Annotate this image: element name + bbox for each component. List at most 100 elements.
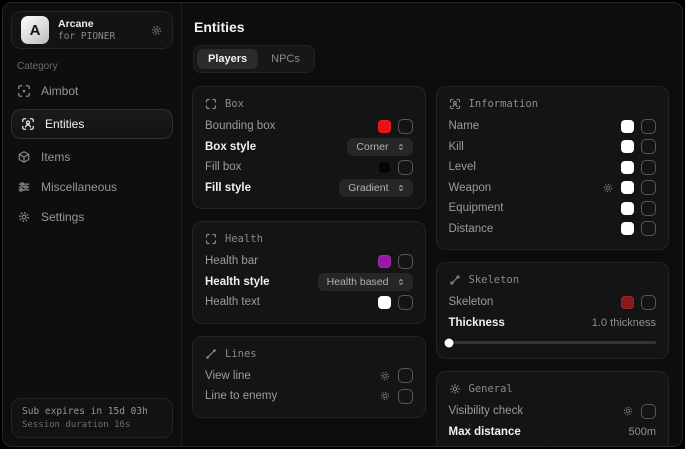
equipment-checkbox[interactable] (641, 201, 656, 216)
equipment-row: Equipment (449, 198, 657, 219)
chevron-up-down-icon (396, 142, 406, 152)
visibility-check-row: Visibility check (449, 401, 657, 422)
cube-icon (17, 150, 31, 164)
information-card-title: Information (469, 98, 539, 110)
thickness-value: 1.0 thickness (592, 317, 656, 329)
kill-checkbox[interactable] (641, 139, 656, 154)
session-duration-text: Session duration 16s (22, 420, 162, 430)
health-text-label: Health text (205, 296, 378, 308)
scan-person-icon (21, 117, 35, 131)
distance-row: Distance (449, 219, 657, 240)
health-bar-color-swatch[interactable] (378, 255, 391, 268)
fill-style-dropdown[interactable]: Gradient (339, 179, 412, 197)
fill-style-value: Gradient (348, 182, 388, 194)
line-to-enemy-label: Line to enemy (205, 390, 379, 402)
view-line-label: View line (205, 370, 379, 382)
level-color-swatch[interactable] (621, 161, 634, 174)
line-to-enemy-row: Line to enemy (205, 386, 413, 407)
level-checkbox[interactable] (641, 160, 656, 175)
health-text-color-swatch[interactable] (378, 296, 391, 309)
weapon-color-swatch[interactable] (621, 181, 634, 194)
app-subtitle: for PIONER (58, 31, 141, 43)
max-distance-label: Max distance (449, 426, 629, 438)
box-style-value: Corner (356, 141, 388, 153)
fill-box-row: Fill box (205, 157, 413, 178)
line-to-enemy-checkbox[interactable] (398, 389, 413, 404)
health-bar-checkbox[interactable] (398, 254, 413, 269)
tab-npcs[interactable]: NPCs (260, 49, 311, 69)
lines-card-title: Lines (225, 348, 257, 360)
visibility-check-gear-icon[interactable] (622, 405, 634, 417)
sliders-icon (17, 180, 31, 194)
bounding-box-row: Bounding box (205, 116, 413, 137)
skeleton-checkbox[interactable] (641, 295, 656, 310)
health-style-dropdown[interactable]: Health based (318, 273, 413, 291)
equipment-color-swatch[interactable] (621, 202, 634, 215)
gear-icon (17, 210, 31, 224)
name-label: Name (449, 120, 622, 132)
lines-card: Lines View line Line to enemy (192, 336, 426, 418)
information-card: Information Name Kill (436, 86, 670, 250)
weapon-label: Weapon (449, 182, 603, 194)
sidebar-item-miscellaneous[interactable]: Miscellaneous (3, 172, 181, 202)
header-gear-icon[interactable] (150, 24, 163, 37)
sidebar-item-label: Miscellaneous (41, 180, 117, 194)
sidebar-item-entities[interactable]: Entities (11, 109, 173, 139)
health-text-checkbox[interactable] (398, 295, 413, 310)
bounding-box-label: Bounding box (205, 120, 378, 132)
visibility-check-label: Visibility check (449, 405, 623, 417)
health-style-value: Health based (327, 276, 389, 288)
weapon-checkbox[interactable] (641, 180, 656, 195)
tab-players[interactable]: Players (197, 49, 258, 69)
app-header: A Arcane for PIONER (11, 11, 173, 49)
visibility-check-checkbox[interactable] (641, 404, 656, 419)
weapon-gear-icon[interactable] (602, 182, 614, 194)
app-window: A Arcane for PIONER Category Aimbot Enti… (2, 2, 683, 447)
distance-color-swatch[interactable] (621, 222, 634, 235)
health-bar-row: Health bar (205, 251, 413, 272)
content-columns: Box Bounding box Box style Corner (192, 86, 669, 447)
distance-checkbox[interactable] (641, 221, 656, 236)
fill-box-color-swatch[interactable] (378, 161, 391, 174)
skeleton-row: Skeleton (449, 292, 657, 313)
fill-style-row: Fill style Gradient (205, 178, 413, 199)
health-card: Health Health bar Health style Health ba… (192, 221, 426, 324)
skeleton-card: Skeleton Skeleton Thickness 1.0 thicknes… (436, 262, 670, 359)
sub-expiry-text: Sub expires in 15d 03h (22, 406, 162, 417)
app-name: Arcane (58, 18, 141, 31)
thickness-slider-thumb[interactable] (444, 338, 453, 347)
sidebar-item-aimbot[interactable]: Aimbot (3, 76, 181, 106)
box-style-row: Box style Corner (205, 137, 413, 158)
bounding-box-checkbox[interactable] (398, 119, 413, 134)
app-meta: Arcane for PIONER (58, 18, 141, 43)
line-to-enemy-gear-icon[interactable] (379, 390, 391, 402)
name-color-swatch[interactable] (621, 120, 634, 133)
sun-icon (449, 383, 461, 395)
max-distance-row: Max distance 500m (449, 422, 657, 443)
level-row: Level (449, 157, 657, 178)
kill-color-swatch[interactable] (621, 140, 634, 153)
fill-box-checkbox[interactable] (398, 160, 413, 175)
box-style-dropdown[interactable]: Corner (347, 138, 412, 156)
name-checkbox[interactable] (641, 119, 656, 134)
category-label: Category (17, 61, 167, 72)
health-card-title: Health (225, 233, 263, 245)
view-line-checkbox[interactable] (398, 368, 413, 383)
sidebar-item-settings[interactable]: Settings (3, 202, 181, 232)
level-label: Level (449, 161, 622, 173)
scan-person-icon (449, 98, 461, 110)
tab-bar: Players NPCs (193, 45, 315, 73)
view-line-gear-icon[interactable] (379, 370, 391, 382)
skeleton-color-swatch[interactable] (621, 296, 634, 309)
chevron-up-down-icon (396, 183, 406, 193)
thickness-slider[interactable] (449, 341, 657, 344)
line-icon (205, 348, 217, 360)
general-card-header: General (449, 383, 657, 395)
information-card-header: Information (449, 98, 657, 110)
subscription-info: Sub expires in 15d 03h Session duration … (11, 398, 173, 438)
health-card-header: Health (205, 233, 413, 245)
right-column: Information Name Kill (436, 86, 670, 447)
sidebar-item-items[interactable]: Items (3, 142, 181, 172)
crosshair-icon (17, 84, 31, 98)
bounding-box-color-swatch[interactable] (378, 120, 391, 133)
